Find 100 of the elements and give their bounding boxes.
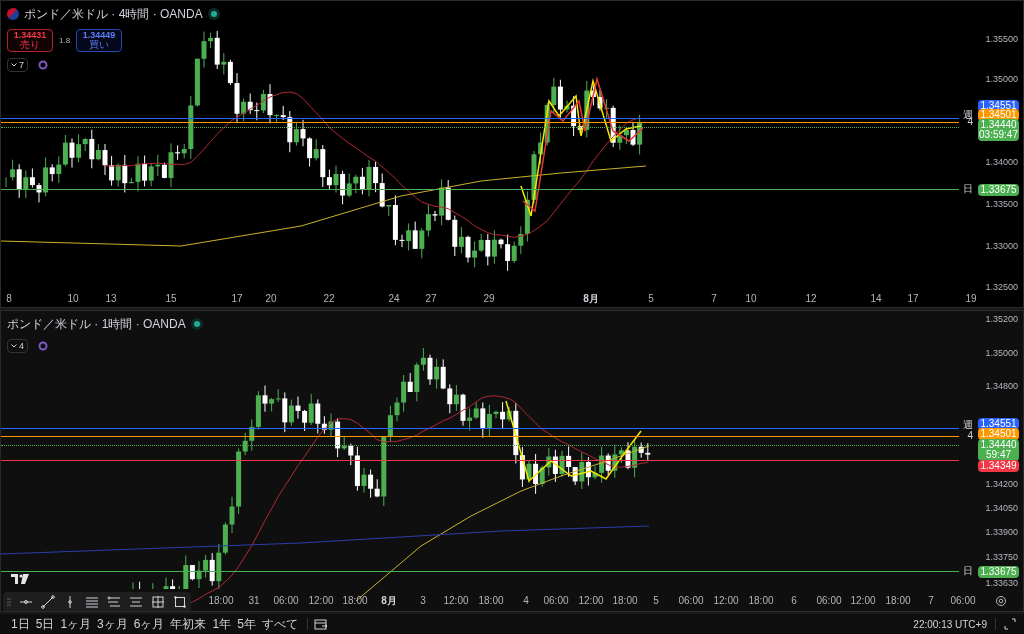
time-axis-label: 8 (6, 294, 12, 304)
time-axis-label: 18:00 (342, 596, 368, 606)
time-axis-label: 18:00 (478, 596, 504, 606)
time-axis-label: 24 (388, 294, 400, 304)
time-axis-label: 6 (791, 596, 797, 606)
fullscreen-icon[interactable] (1004, 618, 1016, 630)
line-label: 4 (967, 117, 973, 127)
trend-line-icon[interactable] (41, 595, 55, 609)
parallel-lines-icon[interactable] (85, 595, 99, 609)
loading-ring-icon (38, 60, 48, 70)
price-axis-label: 1.35000 (985, 349, 1018, 358)
time-axis-label: 18:00 (208, 596, 234, 606)
time-axis-label: 14 (870, 294, 882, 304)
sell-button[interactable]: 1.34431 売り (7, 29, 53, 52)
time-axis-label: 10 (67, 294, 79, 304)
price-axis-label: 1.33000 (985, 242, 1018, 251)
price-axis-label: 1.32500 (985, 283, 1018, 292)
range-button[interactable]: 年初来 (167, 617, 210, 631)
price-axis-label: 1.34000 (985, 158, 1018, 167)
range-button[interactable]: 1年 (209, 617, 235, 631)
time-axis-label: 27 (425, 294, 437, 304)
indicators-toggle[interactable]: 7 (7, 58, 28, 72)
time-axis-label: 12:00 (850, 596, 876, 606)
indicators-toggle[interactable]: 4 (7, 339, 28, 353)
time-axis-label: 4 (523, 596, 529, 606)
price-axis-label: 1.34800 (985, 382, 1018, 391)
loading-ring-icon (38, 341, 48, 351)
time-axis-label: 3 (420, 596, 426, 606)
time-axis-label: 06:00 (816, 596, 842, 606)
range-button[interactable]: 5年 (234, 617, 259, 631)
price-axis-label: 1.33500 (985, 200, 1018, 209)
status-dot-icon (207, 8, 220, 20)
buy-button[interactable]: 1.34449 買い (76, 29, 123, 52)
time-axis-label: 31 (248, 596, 260, 606)
range-button[interactable]: 1日 (8, 617, 33, 631)
time-axis-label: 12 (805, 294, 817, 304)
time-axis-label: 7 (928, 596, 934, 606)
price-tag: 1.33675 (978, 184, 1019, 196)
logo-icon (11, 574, 29, 584)
time-axis-label: 12:00 (308, 596, 334, 606)
line-label: 週 (963, 110, 973, 120)
price-axis-label: 1.33630 (985, 579, 1018, 588)
time-axis-label: 06:00 (950, 596, 976, 606)
price-axis-label: 1.35500 (985, 35, 1018, 44)
range-button[interactable]: 1ヶ月 (57, 617, 95, 631)
chart-title: ポンド／米ドル · 4時間 · OANDA (24, 6, 203, 23)
time-axis-label: 18:00 (612, 596, 638, 606)
fib-levels-icon[interactable] (107, 595, 121, 609)
price-tag: 1.34440 03:59:47 (978, 119, 1019, 141)
time-axis-label: 17 (231, 294, 243, 304)
spread-value: 1.8 (59, 34, 71, 47)
time-axis-label: 7 (711, 294, 717, 304)
chevron-icon (11, 344, 17, 348)
price-axis-label: 1.33900 (985, 528, 1018, 537)
time-axis-label: 18:00 (885, 596, 911, 606)
line-label: 週 (963, 420, 973, 430)
clock-time[interactable]: 22:00:13 UTC+9 (913, 616, 987, 632)
time-axis-label: 06:00 (678, 596, 704, 606)
grid-icon[interactable] (151, 595, 165, 609)
price-tag: 1.33675 (978, 566, 1019, 578)
time-axis-label: 18:00 (748, 596, 774, 606)
price-range-icon[interactable] (129, 595, 143, 609)
time-axis-label: 17 (907, 294, 919, 304)
time-axis-label: 8月 (583, 294, 599, 304)
time-axis-label: 12:00 (443, 596, 469, 606)
time-axis-label: 29 (483, 294, 495, 304)
time-axis-label: 06:00 (543, 596, 569, 606)
time-axis-label: 12:00 (578, 596, 604, 606)
chevron-icon (11, 63, 17, 67)
price-axis-label: 1.34050 (985, 504, 1018, 513)
price-axis-label: 1.33750 (985, 553, 1018, 562)
price-tag: 1.34349 (978, 460, 1019, 472)
rectangle-icon[interactable] (173, 595, 187, 609)
range-button[interactable]: すべて (258, 617, 301, 631)
price-axis-label: 1.34200 (985, 480, 1018, 489)
range-button[interactable]: 5日 (32, 617, 58, 631)
calendar-icon[interactable] (313, 618, 328, 630)
status-dot-icon (190, 318, 203, 330)
chart-title: ポンド／米ドル · 1時間 · OANDA (7, 316, 186, 333)
price-axis-label: 1.35200 (985, 315, 1018, 324)
time-axis-label: 8月 (381, 596, 397, 606)
time-axis-label: 15 (165, 294, 177, 304)
time-axis-label: 06:00 (273, 596, 299, 606)
line-label: 日 (963, 566, 973, 576)
time-axis-label: 12:00 (713, 596, 739, 606)
settings-icon[interactable] (995, 595, 1007, 607)
time-axis-label: 5 (653, 596, 659, 606)
price-tag: 1.34440 59:47 (978, 439, 1019, 461)
line-label: 4 (967, 431, 973, 441)
flag-icon (7, 8, 19, 20)
time-axis-label: 10 (745, 294, 757, 304)
time-axis-label: 13 (105, 294, 117, 304)
line-label: 日 (963, 184, 973, 194)
price-tag: 1.34501 (978, 428, 1019, 440)
time-axis-label: 5 (648, 294, 654, 304)
time-axis-label: 22 (323, 294, 335, 304)
range-button[interactable]: 6ヶ月 (130, 617, 168, 631)
range-button[interactable]: 3ヶ月 (94, 617, 131, 631)
price-axis-label: 1.35000 (985, 75, 1018, 84)
time-axis-label: 19 (965, 294, 977, 304)
